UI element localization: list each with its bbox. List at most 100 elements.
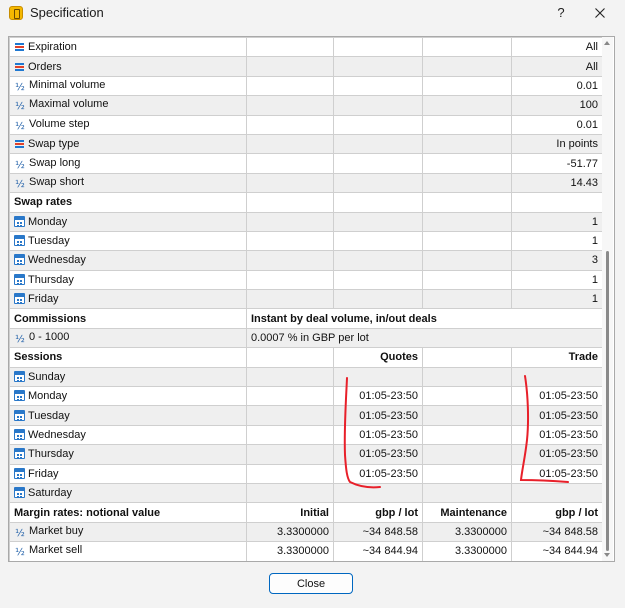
half-icon: ½ — [15, 120, 25, 132]
table-row[interactable]: Monday 1 — [9, 211, 603, 232]
row-name-cell: ½ Minimal volume — [9, 75, 247, 97]
row-value-c2 — [246, 444, 334, 465]
table-row[interactable]: ½ Minimal volume 0.01 — [9, 75, 603, 97]
scroll-down-arrow-icon[interactable] — [604, 553, 610, 557]
table-row[interactable]: Tuesday 1 — [9, 230, 603, 252]
table-row[interactable]: ½ Market buy 3.3300000 ~34 848.58 3.3300000 ~… — [9, 521, 603, 543]
row-value-c5: 0.01 — [511, 114, 603, 135]
row-label: Tuesday — [28, 409, 70, 422]
table-row[interactable]: Thursday 01:05-23:50 01:05-23:50 — [9, 444, 603, 465]
half-icon: ½ — [15, 81, 25, 93]
row-name-cell: ½ Swap short — [9, 172, 247, 194]
row-value-c3 — [333, 133, 423, 155]
row-value-c3 — [333, 366, 423, 388]
row-value-c3 — [333, 75, 423, 97]
row-value-c3 — [333, 172, 423, 194]
row-label: 0 - 1000 — [29, 331, 70, 344]
table-row[interactable]: Sessions Quotes Trade — [9, 347, 603, 368]
row-value-c2 — [246, 114, 334, 135]
vertical-scrollbar[interactable] — [602, 37, 613, 561]
row-value-c4 — [422, 482, 512, 504]
close-window-button[interactable] — [589, 3, 611, 23]
row-value-c5 — [511, 366, 603, 388]
row-value-c3: gbp / lot — [333, 502, 423, 523]
close-button[interactable]: Close — [269, 573, 353, 594]
calendar-icon — [14, 293, 25, 305]
row-value-c3 — [333, 114, 423, 135]
half-icon: ½ — [15, 159, 25, 171]
table-row[interactable]: Wednesday 01:05-23:50 01:05-23:50 — [9, 424, 603, 446]
row-value-c2 — [246, 37, 334, 58]
row-value-c3: 01:05-23:50 — [333, 405, 423, 426]
row-value-c5: 100 — [511, 95, 603, 116]
table-row[interactable]: Friday 01:05-23:50 01:05-23:50 — [9, 463, 603, 484]
row-name-cell: Thursday — [9, 269, 247, 291]
row-value-c5: 3 — [511, 250, 603, 271]
table-row[interactable]: Swap type In points — [9, 133, 603, 155]
row-value-c4 — [422, 463, 512, 484]
table-row[interactable]: Wednesday 3 — [9, 250, 603, 271]
table-row[interactable]: ½ Market sell 3.3300000 ~34 844.94 3.3300000… — [9, 541, 603, 561]
row-value-c4 — [422, 114, 512, 135]
table-row[interactable]: Saturday — [9, 482, 603, 504]
table-row[interactable]: ½ Maximal volume 100 — [9, 95, 603, 116]
table-row[interactable]: Orders All — [9, 56, 603, 77]
row-name-cell: Margin rates: notional value — [9, 502, 247, 523]
row-value-c5: -51.77 — [511, 153, 603, 174]
table-row[interactable]: Expiration All — [9, 37, 603, 58]
row-name-cell: Wednesday — [9, 250, 247, 271]
table-row[interactable]: ½ 0 - 1000 0.0007 % in GBP per lot — [9, 327, 603, 349]
table-row[interactable]: Tuesday 01:05-23:50 01:05-23:50 — [9, 405, 603, 426]
app-icon — [9, 6, 23, 20]
calendar-icon — [14, 429, 25, 440]
table-row[interactable]: ½ Swap short 14.43 — [9, 172, 603, 194]
table-row[interactable]: Sunday — [9, 366, 603, 388]
row-value-c4 — [422, 133, 512, 155]
row-value-c2 — [246, 172, 334, 194]
row-value-c5: 1 — [511, 289, 603, 310]
calendar-icon — [14, 235, 25, 247]
row-name-cell: ½ Volume step — [9, 114, 247, 135]
table-row[interactable]: ½ Swap long -51.77 — [9, 153, 603, 174]
row-value-c5 — [511, 482, 603, 504]
table-row[interactable]: Margin rates: notional value Initial gbp /… — [9, 502, 603, 523]
row-value-c3 — [333, 211, 423, 232]
row-label: Wednesday — [28, 429, 86, 441]
row-value-c4 — [422, 75, 512, 97]
window-title: Specification — [30, 5, 104, 20]
calendar-icon — [14, 215, 25, 227]
row-value-c2 — [246, 405, 334, 426]
scroll-thumb[interactable] — [606, 251, 609, 551]
table-row[interactable]: Swap rates — [9, 192, 603, 213]
row-label: Maximal volume — [29, 98, 109, 111]
row-value-c3 — [333, 153, 423, 174]
row-name-cell: Tuesday — [9, 230, 247, 252]
row-label: Orders — [28, 60, 62, 73]
table-row[interactable]: Friday 1 — [9, 289, 603, 310]
row-name-cell: Expiration — [9, 37, 247, 58]
row-value-c4 — [422, 250, 512, 271]
row-value-c5: 14.43 — [511, 172, 603, 194]
row-value-c3: 01:05-23:50 — [333, 463, 423, 484]
row-value-c3: ~34 844.94 — [333, 541, 423, 561]
row-value-c4 — [422, 211, 512, 232]
table-row[interactable]: Monday 01:05-23:50 01:05-23:50 — [9, 386, 603, 407]
row-name-cell: Sunday — [9, 366, 247, 388]
row-value-c5: ~34 848.58 — [511, 521, 603, 543]
table-row[interactable]: Thursday 1 — [9, 269, 603, 291]
row-name-cell: Commissions — [9, 308, 247, 329]
table-row[interactable]: ½ Volume step 0.01 — [9, 114, 603, 135]
row-value-c4: Maintenance — [422, 502, 512, 523]
table-row[interactable]: Commissions Instant by deal volume, in/ou… — [9, 308, 603, 329]
help-button[interactable]: ? — [550, 3, 572, 23]
row-name-cell: ½ Swap long — [9, 153, 247, 174]
row-name-cell: ½ Maximal volume — [9, 95, 247, 116]
row-name-cell: Monday — [9, 386, 247, 407]
row-value-c3 — [333, 250, 423, 271]
list-icon — [14, 61, 25, 72]
scroll-up-arrow-icon[interactable] — [604, 41, 610, 45]
row-name-cell: Orders — [9, 56, 247, 77]
row-label: Swap type — [28, 138, 80, 151]
row-value-c2 — [246, 153, 334, 174]
calendar-icon — [14, 448, 25, 460]
